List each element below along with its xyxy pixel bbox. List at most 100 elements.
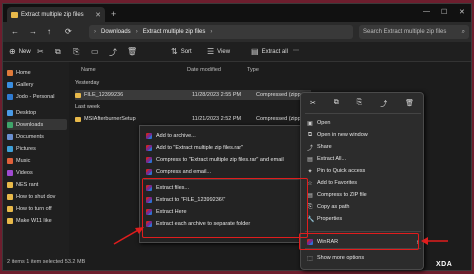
menu-divider	[305, 113, 421, 114]
sidebar-item[interactable]: Jodo - Personal	[7, 91, 67, 102]
tab-close-icon[interactable]: ✕	[95, 11, 101, 19]
folder-icon	[11, 11, 18, 18]
zip-folder-icon	[75, 92, 81, 98]
sidebar-item[interactable]: Documents	[7, 131, 67, 142]
paste-icon: ⎘	[73, 47, 80, 56]
sidebar-item[interactable]: Desktop	[7, 107, 67, 118]
sidebar-item[interactable]: How to turn off	[7, 203, 67, 214]
refresh-button[interactable]: ⟳	[65, 27, 72, 36]
paste-button[interactable]: ⎘	[73, 47, 79, 57]
sort-button[interactable]: ⇅ Sort	[171, 47, 192, 56]
extract-icon: ▤	[251, 47, 259, 56]
tab-extract-multiple-zip-files[interactable]: Extract multiple zip files ✕	[7, 7, 105, 22]
classic-menu-item[interactable]: Compress and email...	[146, 167, 211, 177]
modern-menu-item[interactable]: ☆ Add to Favorites	[307, 178, 419, 188]
sidebar-item[interactable]: Make W11 like	[7, 215, 67, 226]
menu-divider	[305, 231, 421, 232]
column-header-type[interactable]: Type	[247, 67, 259, 73]
folder-icon	[7, 81, 13, 88]
trash-icon[interactable]: 🗑	[405, 99, 414, 109]
breadcrumb-downloads[interactable]: Downloads	[101, 29, 131, 35]
address-bar[interactable]: › Downloads › Extract multiple zip files…	[89, 25, 353, 39]
copy-icon[interactable]: ⧉	[334, 99, 339, 109]
sidebar-item-label: Jodo - Personal	[16, 93, 55, 100]
sidebar-item[interactable]: Home	[7, 67, 67, 78]
quick-actions-row: ✂ ⧉ ⎘ ⤴ 🗑	[301, 99, 423, 109]
modern-menu-item[interactable]: ⧉ Open in new window	[307, 130, 419, 140]
modern-menu-item[interactable]: ⬚ Show more options	[307, 253, 419, 263]
folder-icon	[7, 133, 13, 140]
folder-icon	[7, 181, 13, 188]
menu-item-icon: ▤	[307, 156, 313, 163]
highlight-winrar-item	[299, 233, 419, 250]
modern-menu-label: Add to Favorites	[317, 180, 358, 186]
share-icon[interactable]: ⤴	[380, 99, 387, 109]
cut-icon[interactable]: ✂	[310, 99, 316, 109]
menu-item-icon: ⤴	[307, 145, 314, 152]
column-header-name[interactable]: Name	[81, 67, 96, 73]
sidebar-item[interactable]: How to shut dov	[7, 191, 67, 202]
sidebar-item-label: Music	[16, 157, 31, 164]
sidebar-item-label: How to shut dov	[16, 193, 56, 200]
maximize-button[interactable]: ☐	[441, 8, 447, 16]
file-type: Compressed (zipp	[256, 116, 301, 122]
modern-menu-item[interactable]: ⤴ Share	[307, 142, 419, 152]
column-header-date[interactable]: Date modified	[187, 67, 221, 73]
sidebar-item[interactable]: Pictures	[7, 143, 67, 154]
file-row[interactable]: MSIAfterburnerSetup 11/21/2023 2:52 PM C…	[75, 114, 311, 124]
minimize-button[interactable]: —	[423, 8, 430, 15]
sidebar-item-label: Make W11 like	[16, 217, 52, 224]
back-button[interactable]: ←	[11, 27, 19, 36]
share-button[interactable]: ⤴	[109, 47, 117, 58]
up-button[interactable]: ↑	[47, 27, 51, 36]
file-row[interactable]: FILE_12399236 11/28/2023 2:55 PM Compres…	[75, 90, 311, 100]
command-bar: ⊕ New ✂ ⧉ ⎘ ▭ ⤴ 🗑 ⇅ Sort ☰ View ▤ Extrac…	[3, 42, 471, 62]
sidebar-item[interactable]: Music	[7, 155, 67, 166]
view-button[interactable]: ☰ View	[207, 47, 230, 56]
modern-menu-item[interactable]: ▣ Open	[307, 118, 419, 128]
view-icon: ☰	[207, 47, 215, 56]
highlight-extract-options	[142, 178, 308, 238]
rename-button[interactable]: ▭	[91, 47, 99, 56]
group-header-yesterday[interactable]: Yesterday	[75, 80, 99, 86]
winrar-icon	[146, 169, 152, 175]
sidebar-item[interactable]: Downloads	[7, 119, 67, 130]
sidebar-item[interactable]: Videos	[7, 167, 67, 178]
chevron-right-icon: ›	[210, 29, 213, 35]
modern-menu-label: Extract All...	[317, 156, 347, 162]
modern-menu-item[interactable]: ✦ Pin to Quick access	[307, 166, 419, 176]
group-header-last-week[interactable]: Last week	[75, 104, 100, 110]
address-row: ← → ↑ ⟳ › Downloads › Extract multiple z…	[3, 22, 471, 42]
menu-item-icon: ✦	[307, 168, 313, 175]
more-options-button[interactable]: ⋯	[293, 47, 299, 54]
close-window-button[interactable]: ✕	[459, 8, 465, 16]
sidebar-item[interactable]: NES rant	[7, 179, 67, 190]
breadcrumb-current-folder[interactable]: Extract multiple zip files	[143, 29, 206, 35]
copy-button[interactable]: ⧉	[55, 47, 61, 57]
cut-button[interactable]: ✂	[37, 47, 44, 56]
delete-button[interactable]: 🗑	[127, 47, 137, 56]
extract-all-button[interactable]: ▤ Extract all	[251, 47, 288, 56]
sidebar-item[interactable]: Gallery	[7, 79, 67, 90]
modern-menu-item[interactable]: ▤ Compress to ZIP file	[307, 190, 419, 200]
modern-menu-label: Pin to Quick access	[317, 168, 366, 174]
arrow-annotation-left	[113, 227, 144, 245]
search-placeholder: Search Extract multiple zip files	[363, 29, 447, 35]
modern-menu-item[interactable]: 🔧 Properties	[307, 214, 419, 224]
new-tab-button[interactable]: +	[111, 9, 116, 19]
menu-item-icon: ⧉	[307, 131, 313, 138]
new-button[interactable]: ⊕ New	[9, 47, 31, 56]
classic-menu-item[interactable]: Add to archive...	[146, 131, 196, 141]
search-input[interactable]: Search Extract multiple zip files ⌕	[359, 25, 469, 39]
modern-menu-item[interactable]: ▤ Extract All...	[307, 154, 419, 164]
file-date: 11/28/2023 2:55 PM	[192, 92, 242, 98]
menu-item-icon: ⬚	[307, 255, 313, 262]
classic-menu-item[interactable]: Add to "Extract multiple zip files.rar"	[146, 143, 243, 153]
modern-menu-label: Show more options	[317, 255, 365, 261]
paste-icon[interactable]: ⎘	[357, 99, 363, 109]
modern-menu-item[interactable]: ⎘ Copy as path	[307, 202, 419, 212]
modern-menu-label: Copy as path	[317, 204, 350, 210]
file-type: Compressed (zipp	[256, 92, 301, 98]
classic-menu-item[interactable]: Compress to "Extract multiple zip files.…	[146, 155, 284, 165]
forward-button[interactable]: →	[29, 27, 37, 36]
